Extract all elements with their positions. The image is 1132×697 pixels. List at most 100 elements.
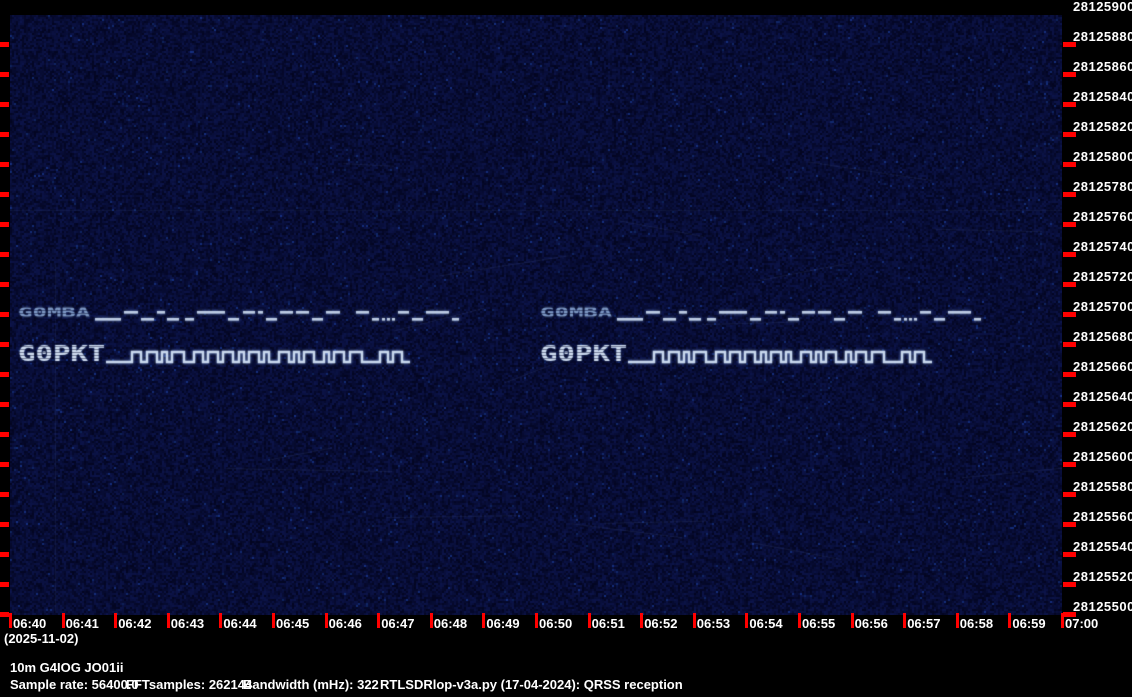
spectrogram-plot	[10, 15, 1062, 615]
time-tick-label: 06:55	[802, 616, 835, 631]
frequency-tick-label: 28125840	[1073, 89, 1132, 104]
frequency-tick-right	[1063, 162, 1076, 167]
frequency-tick-left	[0, 582, 9, 587]
time-tick-label: 06:44	[223, 616, 256, 631]
frequency-tick-label: 28125680	[1073, 329, 1132, 344]
frequency-tick-left	[0, 252, 9, 257]
frequency-tick-left	[0, 342, 9, 347]
time-tick-label: 06:58	[960, 616, 993, 631]
time-tick-label: 06:46	[329, 616, 362, 631]
time-tick	[62, 613, 65, 628]
time-tick-label: 06:54	[749, 616, 782, 631]
frequency-tick-left	[0, 42, 9, 47]
frequency-tick-right	[1063, 102, 1076, 107]
frequency-tick-right	[1063, 312, 1076, 317]
time-tick-label: 06:41	[66, 616, 99, 631]
frequency-tick-left	[0, 282, 9, 287]
time-tick-label: 06:42	[118, 616, 151, 631]
time-tick	[745, 613, 748, 628]
frequency-tick-label: 28125720	[1073, 269, 1132, 284]
time-tick	[325, 613, 328, 628]
frequency-tick-right	[1063, 432, 1076, 437]
frequency-tick-label: 28125580	[1073, 479, 1132, 494]
frequency-tick-left	[0, 222, 9, 227]
frequency-tick-right	[1063, 132, 1076, 137]
time-tick	[1008, 613, 1011, 628]
time-tick	[798, 613, 801, 628]
frequency-tick-left	[0, 552, 9, 557]
frequency-tick-right	[1063, 492, 1076, 497]
station-info-label: 10m G4IOG JO01ii	[10, 660, 123, 675]
frequency-tick-right	[1063, 282, 1076, 287]
time-tick-label: 06:57	[907, 616, 940, 631]
frequency-tick-right	[1063, 42, 1076, 47]
time-tick	[430, 613, 433, 628]
frequency-tick-label: 28125660	[1073, 359, 1132, 374]
frequency-tick-left	[0, 162, 9, 167]
time-tick	[272, 613, 275, 628]
time-tick	[956, 613, 959, 628]
frequency-tick-right	[1063, 252, 1076, 257]
time-tick-label: 06:51	[592, 616, 625, 631]
fft-samples-label: FFTsamples: 262144	[126, 677, 252, 692]
frequency-tick-label: 28125900	[1073, 0, 1132, 14]
frequency-tick-left	[0, 492, 9, 497]
frequency-tick-label: 28125560	[1073, 509, 1132, 524]
bandwidth-label: Bandwidth (mHz): 322	[243, 677, 379, 692]
time-tick	[1061, 613, 1064, 628]
frequency-tick-left	[0, 522, 9, 527]
frequency-tick-label: 28125740	[1073, 239, 1132, 254]
time-tick-label: 06:40	[13, 616, 46, 631]
frequency-tick-label: 28125620	[1073, 419, 1132, 434]
frequency-tick-right	[1063, 402, 1076, 407]
time-tick-label: 06:47	[381, 616, 414, 631]
frequency-tick-label: 28125600	[1073, 449, 1132, 464]
time-tick	[693, 613, 696, 628]
frequency-tick-left	[0, 402, 9, 407]
time-tick-label: 06:43	[171, 616, 204, 631]
frequency-tick-left	[0, 432, 9, 437]
qrss-spectrogram-window: 2812590028125880281258602812584028125820…	[0, 0, 1132, 697]
frequency-tick-label: 28125640	[1073, 389, 1132, 404]
time-tick	[114, 613, 117, 628]
frequency-tick-right	[1063, 462, 1076, 467]
time-tick	[535, 613, 538, 628]
app-version-label: RTLSDRlop-v3a.py (17-04-2024): QRSS rece…	[380, 677, 683, 692]
time-tick	[482, 613, 485, 628]
time-tick-label: 06:52	[644, 616, 677, 631]
frequency-tick-right	[1063, 342, 1076, 347]
frequency-tick-left	[0, 132, 9, 137]
time-tick	[588, 613, 591, 628]
frequency-tick-label: 28125860	[1073, 59, 1132, 74]
frequency-tick-label: 28125520	[1073, 569, 1132, 584]
frequency-tick-right	[1063, 372, 1076, 377]
time-tick-label: 07:00	[1065, 616, 1098, 631]
frequency-tick-left	[0, 372, 9, 377]
frequency-tick-label: 28125540	[1073, 539, 1132, 554]
frequency-tick-right	[1063, 72, 1076, 77]
frequency-tick-label: 28125500	[1073, 599, 1132, 614]
time-tick	[219, 613, 222, 628]
time-tick-label: 06:49	[486, 616, 519, 631]
frequency-tick-right	[1063, 552, 1076, 557]
frequency-tick-label: 28125760	[1073, 209, 1132, 224]
frequency-tick-left	[0, 72, 9, 77]
frequency-tick-right	[1063, 222, 1076, 227]
time-tick-label: 06:53	[697, 616, 730, 631]
time-tick	[851, 613, 854, 628]
date-label: (2025-11-02)	[4, 631, 78, 646]
time-tick-label: 06:56	[855, 616, 888, 631]
frequency-tick-right	[1063, 192, 1076, 197]
frequency-tick-left	[0, 612, 9, 617]
frequency-tick-right	[1063, 522, 1076, 527]
frequency-tick-left	[0, 462, 9, 467]
time-tick-label: 06:59	[1012, 616, 1045, 631]
sample-rate-label: Sample rate: 56400.0	[10, 677, 139, 692]
time-tick	[903, 613, 906, 628]
frequency-tick-left	[0, 102, 9, 107]
frequency-tick-left	[0, 192, 9, 197]
time-tick-label: 06:45	[276, 616, 309, 631]
time-tick-label: 06:48	[434, 616, 467, 631]
frequency-tick-label: 28125800	[1073, 149, 1132, 164]
frequency-tick-label: 28125820	[1073, 119, 1132, 134]
